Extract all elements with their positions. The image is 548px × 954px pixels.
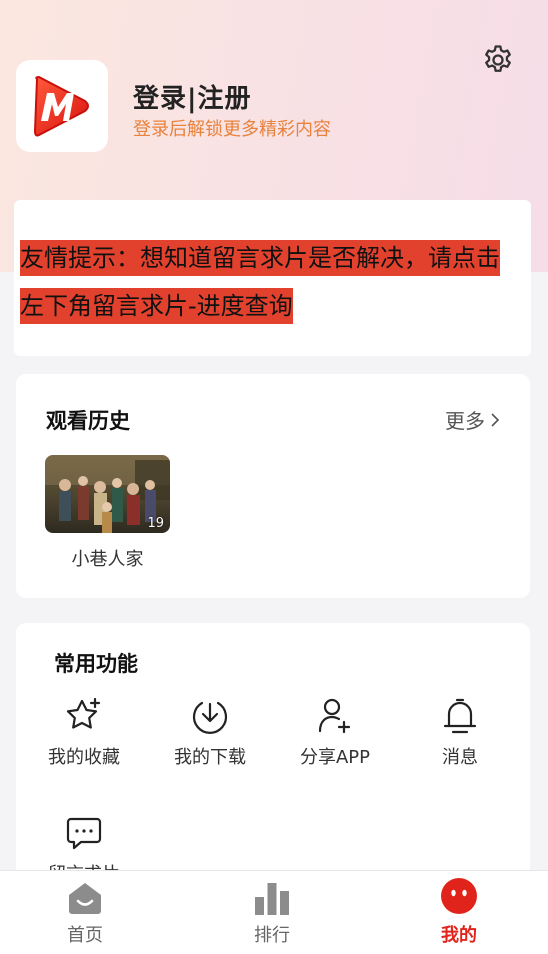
history-item-thumbnail[interactable]: 19 xyxy=(45,455,170,533)
history-item-title[interactable]: 小巷人家 xyxy=(45,545,170,571)
notice-text: 友情提示：想知道留言求片是否解决，请点击 左下角留言求片-进度查询 xyxy=(20,234,525,330)
notice-card: 友情提示：想知道留言求片是否解决，请点击 左下角留言求片-进度查询 xyxy=(14,200,531,356)
downloads-label: 我的下载 xyxy=(174,747,246,768)
logo-mark xyxy=(34,76,89,137)
messages-button[interactable]: 消息 xyxy=(410,695,510,769)
ranking-icon xyxy=(255,883,289,915)
tab-home-label: 首页 xyxy=(67,925,103,946)
download-icon xyxy=(192,701,228,734)
login-register-link[interactable]: 登录|注册 xyxy=(133,78,252,115)
messages-label: 消息 xyxy=(442,747,478,768)
favorites-button[interactable]: 我的收藏 xyxy=(34,695,134,769)
share-user-icon xyxy=(318,698,351,734)
history-more-label: 更多 xyxy=(445,409,485,433)
chat-icon xyxy=(66,817,102,850)
chevron-right-icon xyxy=(491,412,500,427)
gear-icon xyxy=(485,45,511,72)
tab-home[interactable]: 首页 xyxy=(25,871,145,954)
tab-mine[interactable]: 我的 xyxy=(399,871,519,954)
star-plus-icon xyxy=(66,697,101,729)
notice-line-1: 友情提示：想知道留言求片是否解决，请点击 xyxy=(20,240,500,276)
home-icon xyxy=(69,883,101,914)
tab-ranking-label: 排行 xyxy=(254,925,290,946)
watch-history-card: 观看历史 更多 19 小巷人家 xyxy=(16,374,530,598)
episode-count: 19 xyxy=(147,516,164,531)
mine-face-icon xyxy=(441,878,477,914)
favorites-label: 我的收藏 xyxy=(48,747,120,768)
common-functions-title: 常用功能 xyxy=(54,652,138,676)
share-app-button[interactable]: 分享APP xyxy=(285,695,385,769)
tab-mine-label: 我的 xyxy=(441,925,477,946)
notice-line-2: 左下角留言求片-进度查询 xyxy=(20,288,293,324)
common-functions-card: 常用功能 我的收藏 我的下载 分享APP 消息 xyxy=(16,623,530,885)
share-app-label: 分享APP xyxy=(299,747,371,768)
history-more-link[interactable]: 更多 xyxy=(445,405,502,434)
bell-icon xyxy=(443,698,477,734)
bottom-tab-bar: 首页 排行 我的 xyxy=(0,870,548,954)
tab-ranking[interactable]: 排行 xyxy=(212,871,332,954)
settings-button[interactable] xyxy=(480,42,516,78)
app-logo[interactable] xyxy=(16,60,108,152)
watch-history-title: 观看历史 xyxy=(46,409,130,433)
downloads-button[interactable]: 我的下载 xyxy=(160,695,260,769)
login-subtitle: 登录后解锁更多精彩内容 xyxy=(133,119,331,140)
